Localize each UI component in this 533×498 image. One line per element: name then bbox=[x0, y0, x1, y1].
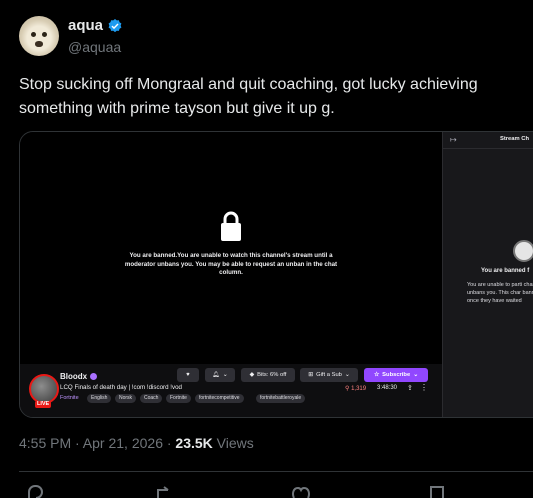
follow-heart-button[interactable]: ♥ bbox=[177, 368, 199, 382]
collapse-chat-icon[interactable]: ↦ bbox=[450, 135, 457, 144]
more-options-icon[interactable]: ⋮ bbox=[420, 383, 428, 392]
tweet-meta: 4:55 PM · Apr 21, 2026 · 23.5K Views bbox=[19, 435, 254, 451]
bits-button[interactable]: ◆ Bits: 6% off bbox=[241, 368, 295, 382]
tag-pill[interactable]: English bbox=[87, 394, 112, 403]
tag-pill[interactable]: Fortnite bbox=[166, 394, 191, 403]
reply-icon[interactable] bbox=[25, 484, 45, 498]
author-handle[interactable]: @aquaa bbox=[68, 39, 121, 55]
viewer-count-value: 1,319 bbox=[351, 386, 367, 392]
retweet-icon[interactable] bbox=[155, 484, 175, 498]
chat-panel: ↦ Stream Ch You are banned f You are una… bbox=[442, 132, 533, 417]
subscribe-button[interactable]: ☆ Subscribe ⌄ bbox=[364, 368, 428, 382]
tweet-text: Stop sucking off Mongraal and quit coach… bbox=[19, 76, 478, 117]
bits-label: Bits: 6% off bbox=[257, 372, 287, 378]
streamer-avatar[interactable] bbox=[29, 374, 59, 404]
bell-icon: 🔔︎ bbox=[212, 372, 220, 378]
bookmark-icon[interactable] bbox=[427, 484, 447, 498]
tag-pill[interactable]: Norsk bbox=[115, 394, 137, 403]
heart-icon: ♥ bbox=[186, 372, 190, 378]
game-link[interactable]: Fortnite bbox=[60, 395, 79, 401]
lock-icon bbox=[221, 211, 241, 241]
view-count: 23.5K bbox=[175, 435, 213, 451]
streamer-name-row[interactable]: Bloodx bbox=[60, 372, 98, 381]
chat-banned-icon bbox=[513, 240, 533, 262]
viewer-count: ⚲ 1,319 bbox=[345, 385, 366, 392]
stream-info-bar: LIVE Bloodx LCQ Finals of death day | !c… bbox=[20, 364, 442, 417]
chevron-down-icon: ⌄ bbox=[413, 372, 419, 378]
author-name[interactable]: aqua bbox=[68, 17, 103, 34]
gift-label: Gift a Sub bbox=[316, 372, 342, 378]
ban-message: You are banned.You are unable to watch t… bbox=[124, 252, 338, 277]
verified-badge-icon bbox=[108, 18, 122, 32]
chevron-down-icon: ⌄ bbox=[344, 372, 350, 378]
stream-title: LCQ Finals of death day | !com !discord … bbox=[60, 384, 182, 391]
author-avatar[interactable] bbox=[19, 16, 59, 56]
streamer-name[interactable]: Bloodx bbox=[60, 372, 87, 381]
chat-banned-body: You are unable to parti channel's chat u… bbox=[467, 282, 533, 304]
partner-verified-icon bbox=[90, 373, 98, 380]
gift-icon: ⊞ bbox=[308, 372, 314, 378]
avatar-eye bbox=[42, 32, 47, 37]
chevron-down-icon: ⌄ bbox=[222, 372, 228, 378]
share-icon[interactable]: ⇪ bbox=[407, 384, 413, 392]
tweet-timestamp[interactable]: 4:55 PM · Apr 21, 2026 · bbox=[19, 435, 175, 451]
chat-header: ↦ Stream Ch bbox=[443, 132, 533, 149]
person-icon: ⚲ bbox=[345, 386, 350, 392]
tweet-media-screenshot[interactable]: You are banned.You are unable to watch t… bbox=[19, 131, 533, 418]
avatar-nose bbox=[35, 41, 43, 47]
divider bbox=[19, 471, 533, 472]
star-icon: ☆ bbox=[373, 372, 380, 378]
chat-banned-title: You are banned f bbox=[481, 268, 530, 274]
views-label: Views bbox=[212, 435, 254, 451]
bits-icon: ◆ bbox=[249, 372, 255, 378]
stream-uptime: 3:48:30 bbox=[377, 385, 398, 391]
video-player: You are banned.You are unable to watch t… bbox=[20, 132, 442, 364]
author-name-row[interactable]: aqua bbox=[68, 17, 123, 34]
tag-pill[interactable]: fortnitecompetitive bbox=[195, 394, 244, 403]
like-icon[interactable] bbox=[291, 484, 311, 498]
chat-title: Stream Ch bbox=[500, 136, 529, 142]
tag-pill[interactable]: Coach bbox=[140, 394, 163, 403]
live-badge: LIVE bbox=[35, 401, 52, 408]
avatar-eye bbox=[31, 32, 36, 37]
subscribe-label: Subscribe bbox=[382, 372, 411, 378]
notifications-button[interactable]: 🔔︎ ⌄ bbox=[205, 368, 235, 382]
gift-sub-button[interactable]: ⊞ Gift a Sub ⌄ bbox=[300, 368, 358, 382]
tag-pill[interactable]: fortnitebattleroyale bbox=[256, 394, 306, 403]
